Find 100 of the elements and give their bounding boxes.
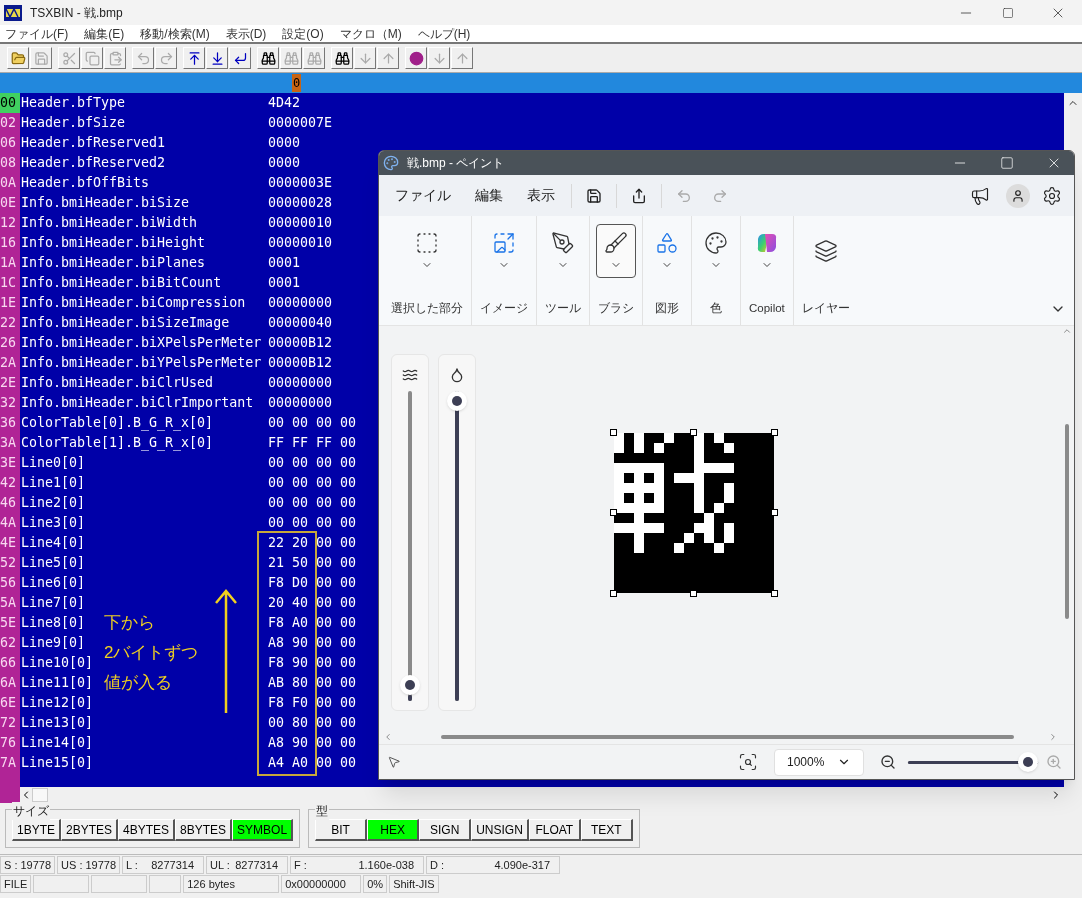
resize-handle[interactable]: [690, 429, 697, 436]
field-name: Line9[0]: [21, 635, 86, 650]
toggle-button[interactable]: UNSIGN: [471, 819, 529, 841]
resize-handle[interactable]: [610, 429, 617, 436]
field-name: Line8[0]: [21, 615, 86, 630]
binoculars-icon: [306, 50, 322, 66]
zoom-slider-thumb[interactable]: [1018, 752, 1038, 772]
field-value: AB 80 00 00: [268, 674, 357, 692]
status-value: 8277314: [235, 857, 279, 873]
menu-item[interactable]: マクロ（M): [334, 24, 407, 43]
undo-icon: [135, 50, 151, 66]
status-value: 19778: [20, 857, 52, 873]
field-value: 4D42: [268, 94, 301, 112]
status-value: 4.090e-317: [494, 857, 551, 873]
menu-item[interactable]: 設定(O): [277, 24, 329, 43]
resize-handle[interactable]: [690, 590, 697, 597]
fit-view-icon[interactable]: [738, 752, 758, 772]
account-avatar[interactable]: [1006, 183, 1030, 208]
field-value: 00000B12: [268, 334, 333, 352]
status-info: Shift-JIS: [389, 875, 439, 893]
toggle-button[interactable]: SYMBOL: [232, 819, 294, 841]
toggle-button[interactable]: FLOAT: [528, 819, 581, 841]
field-value: 00000010: [268, 214, 333, 232]
toolbar-button[interactable]: [331, 47, 353, 69]
field-name: Info.bmiHeader.biXPelsPerMeter: [21, 335, 262, 350]
field-value: 00 00 00 00: [268, 494, 357, 512]
toolbar-button[interactable]: [257, 47, 279, 69]
toggle-button[interactable]: TEXT: [580, 819, 633, 841]
field-name: Info.bmiHeader.biSize: [21, 195, 190, 210]
menu-item[interactable]: 編集: [463, 185, 515, 206]
zoom-dropdown[interactable]: 1000%: [774, 748, 864, 776]
field-value: 00 00 00 00: [268, 454, 357, 472]
toggle-button[interactable]: HEX: [367, 819, 420, 841]
ribbon-tool[interactable]: [596, 224, 636, 278]
window-title: TSXBIN - 戦.bmp: [30, 4, 123, 22]
field-name: ColorTable[0].B_G_R_x[0]: [21, 415, 214, 430]
menu-item[interactable]: 表示: [515, 185, 567, 206]
field-name: Line0[0]: [21, 455, 86, 470]
field-name: Line5[0]: [21, 555, 86, 570]
menu-item[interactable]: ファイル(F): [0, 24, 74, 43]
folder-icon: [10, 50, 26, 66]
field-value: 00000000: [268, 394, 333, 412]
resize-handle[interactable]: [771, 590, 778, 597]
pen-icon: [551, 231, 575, 255]
maximize-icon[interactable]: [1002, 6, 1014, 19]
toggle-button[interactable]: 1BYTE: [12, 819, 61, 841]
menu-item[interactable]: 移動/検索(M): [135, 24, 215, 43]
zoom-out-icon[interactable]: [880, 754, 896, 770]
field-value: F8 F0 00 00: [268, 694, 357, 712]
status-info: FILE: [0, 875, 32, 893]
record-icon: [408, 50, 424, 66]
field-name: Line13[0]: [21, 715, 94, 730]
status-value: 19778: [85, 857, 117, 873]
resize-handle[interactable]: [771, 509, 778, 516]
toolbar-button[interactable]: [183, 47, 205, 69]
menu-item[interactable]: ファイル: [383, 185, 463, 206]
field-name: Line14[0]: [21, 735, 94, 750]
scroll-thumb[interactable]: [32, 788, 48, 802]
status-label: S :: [4, 857, 18, 873]
redo-icon: [712, 187, 728, 204]
arrow-down-icon: [357, 50, 373, 66]
field-value: F8 90 00 00: [268, 654, 357, 672]
toolbar-button[interactable]: [229, 47, 251, 69]
toggle-button[interactable]: 4BYTES: [118, 819, 176, 841]
settings-icon[interactable]: [1042, 185, 1062, 206]
status-info: 126 bytes: [183, 875, 280, 893]
resize-handle[interactable]: [610, 509, 617, 516]
status-label: US :: [61, 857, 83, 873]
resize-handle[interactable]: [610, 590, 617, 597]
menu-item[interactable]: 編集(E): [79, 24, 130, 43]
zoom-slider-track[interactable]: [908, 752, 1038, 772]
field-name: Line7[0]: [21, 595, 86, 610]
toolbar-button[interactable]: [206, 47, 228, 69]
slider-thumb[interactable]: [400, 675, 420, 696]
return-arrow-icon: [232, 50, 248, 66]
toggle-button[interactable]: SIGN: [419, 819, 472, 841]
user-icon: [1011, 188, 1025, 203]
ribbon-label: 選択した部分: [390, 300, 464, 316]
opacity-drop-icon: [449, 367, 465, 383]
field-value: 00000000: [268, 294, 333, 312]
slider-track[interactable]: [400, 391, 420, 701]
offset-cell[interactable]: 00: [0, 93, 20, 113]
menu-item[interactable]: 表示(D): [220, 24, 272, 43]
field-name: ColorTable[1].B_G_R_x[0]: [21, 435, 214, 450]
resize-handle[interactable]: [771, 429, 778, 436]
toggle-button[interactable]: BIT: [315, 819, 368, 841]
stroke-size-icon: [402, 367, 418, 383]
ribbon-label: Copilot: [748, 300, 786, 316]
field-name: Line2[0]: [21, 495, 86, 510]
toggle-button[interactable]: 2BYTES: [61, 819, 119, 841]
slider-track[interactable]: [447, 391, 467, 701]
slider-thumb[interactable]: [447, 391, 467, 411]
scissors-icon: [61, 50, 77, 66]
megaphone-icon[interactable]: [970, 185, 990, 206]
status-label: D :: [430, 857, 445, 873]
toggle-button[interactable]: 8BYTES: [175, 819, 233, 841]
status-label: F :: [294, 857, 307, 873]
toolbar-button[interactable]: [405, 47, 427, 69]
field-name: Info.bmiHeader.biYPelsPerMeter: [21, 355, 262, 370]
menu-item[interactable]: ヘルプ(H): [412, 24, 476, 43]
